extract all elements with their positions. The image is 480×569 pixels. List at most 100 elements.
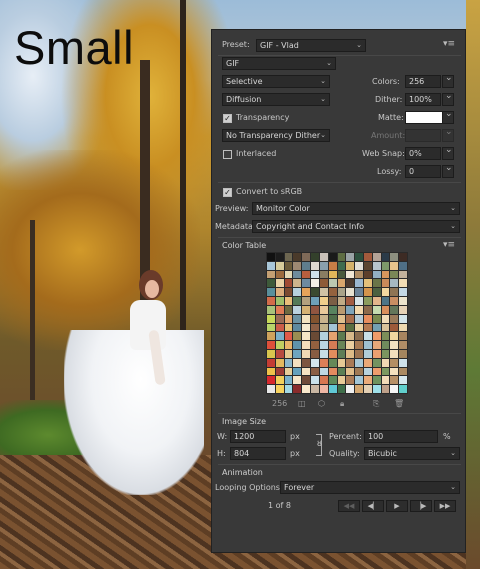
color-swatch[interactable] [337, 305, 346, 314]
color-swatch[interactable] [319, 358, 328, 367]
color-swatch[interactable] [346, 358, 355, 367]
color-swatch[interactable] [399, 385, 407, 393]
color-swatch[interactable] [328, 376, 337, 385]
matte-color-swatch[interactable] [405, 111, 443, 124]
color-swatch[interactable] [267, 323, 275, 332]
color-swatch[interactable] [328, 349, 337, 358]
color-swatch[interactable] [319, 349, 328, 358]
colors-field[interactable]: 256 [405, 75, 441, 88]
color-swatch[interactable] [284, 385, 293, 393]
color-swatch[interactable] [363, 314, 372, 323]
color-swatch[interactable] [275, 253, 284, 261]
color-swatch[interactable] [311, 332, 319, 341]
color-swatch[interactable] [355, 279, 363, 288]
color-swatch[interactable] [372, 270, 381, 279]
color-swatch[interactable] [284, 332, 293, 341]
color-swatch[interactable] [267, 288, 275, 297]
color-swatch[interactable] [355, 261, 363, 270]
color-swatch[interactable] [390, 358, 399, 367]
color-swatch[interactable] [328, 358, 337, 367]
color-swatch[interactable] [337, 358, 346, 367]
matte-dropdown-button[interactable] [442, 109, 454, 124]
color-swatch[interactable] [311, 288, 319, 297]
color-swatch[interactable] [319, 314, 328, 323]
color-swatch[interactable] [293, 358, 302, 367]
color-swatch[interactable] [355, 332, 363, 341]
color-swatch[interactable] [293, 288, 302, 297]
color-swatch[interactable] [390, 349, 399, 358]
color-swatch[interactable] [390, 279, 399, 288]
color-swatch[interactable] [399, 297, 407, 305]
color-swatch[interactable] [319, 385, 328, 393]
color-swatch[interactable] [275, 385, 284, 393]
color-swatch[interactable] [328, 314, 337, 323]
color-swatch[interactable] [381, 358, 390, 367]
color-swatch[interactable] [337, 288, 346, 297]
color-swatch[interactable] [355, 358, 363, 367]
color-swatch[interactable] [381, 323, 390, 332]
color-swatch[interactable] [346, 253, 355, 261]
color-swatch[interactable] [319, 297, 328, 305]
color-swatch[interactable] [372, 279, 381, 288]
trash-icon[interactable]: 🗑︎ [394, 399, 404, 408]
color-swatch[interactable] [372, 385, 381, 393]
color-swatch[interactable] [337, 341, 346, 349]
color-swatch[interactable] [390, 270, 399, 279]
dither-dropdown-button[interactable] [442, 91, 454, 106]
color-swatch[interactable] [372, 358, 381, 367]
color-swatch[interactable] [311, 341, 319, 349]
format-select[interactable]: GIF ⌄ [222, 57, 336, 70]
color-swatch[interactable] [381, 279, 390, 288]
color-swatch[interactable] [267, 270, 275, 279]
color-swatch[interactable] [267, 367, 275, 376]
color-swatch[interactable] [346, 261, 355, 270]
color-swatch[interactable] [337, 297, 346, 305]
color-swatch[interactable] [302, 385, 311, 393]
color-swatch[interactable] [390, 376, 399, 385]
next-frame-button[interactable]: ▕▶ [410, 500, 432, 512]
color-swatch[interactable] [346, 341, 355, 349]
color-swatch[interactable] [328, 341, 337, 349]
color-swatch[interactable] [381, 288, 390, 297]
color-swatch[interactable] [390, 253, 399, 261]
color-swatch[interactable] [319, 376, 328, 385]
color-swatch[interactable] [319, 279, 328, 288]
transparency-checkbox[interactable]: ✓ [223, 114, 232, 123]
color-table-grid[interactable] [266, 252, 408, 394]
color-swatch[interactable] [275, 358, 284, 367]
color-swatch[interactable] [311, 261, 319, 270]
color-swatch[interactable] [372, 323, 381, 332]
color-swatch[interactable] [346, 305, 355, 314]
height-field[interactable]: 804 [230, 447, 286, 460]
preview-select[interactable]: Monitor Color ⌄ [252, 202, 460, 215]
color-swatch[interactable] [390, 297, 399, 305]
color-swatch[interactable] [284, 279, 293, 288]
color-swatch[interactable] [390, 323, 399, 332]
color-swatch[interactable] [267, 376, 275, 385]
interlaced-checkbox[interactable] [223, 150, 232, 159]
color-swatch[interactable] [284, 341, 293, 349]
color-swatch[interactable] [328, 261, 337, 270]
color-swatch[interactable] [346, 323, 355, 332]
color-swatch[interactable] [399, 376, 407, 385]
color-swatch[interactable] [381, 349, 390, 358]
color-swatch[interactable] [372, 261, 381, 270]
color-swatch[interactable] [363, 297, 372, 305]
color-swatch[interactable] [319, 288, 328, 297]
looping-select[interactable]: Forever ⌄ [280, 481, 460, 494]
color-swatch[interactable] [337, 367, 346, 376]
color-swatch[interactable] [328, 385, 337, 393]
color-swatch[interactable] [337, 332, 346, 341]
color-swatch[interactable] [275, 288, 284, 297]
color-swatch[interactable] [337, 279, 346, 288]
color-swatch[interactable] [284, 349, 293, 358]
color-swatch[interactable] [381, 297, 390, 305]
color-swatch[interactable] [355, 288, 363, 297]
color-swatch[interactable] [381, 332, 390, 341]
color-swatch[interactable] [390, 261, 399, 270]
color-swatch[interactable] [284, 297, 293, 305]
color-swatch[interactable] [293, 261, 302, 270]
color-swatch[interactable] [337, 314, 346, 323]
color-swatch[interactable] [293, 314, 302, 323]
color-swatch[interactable] [355, 323, 363, 332]
